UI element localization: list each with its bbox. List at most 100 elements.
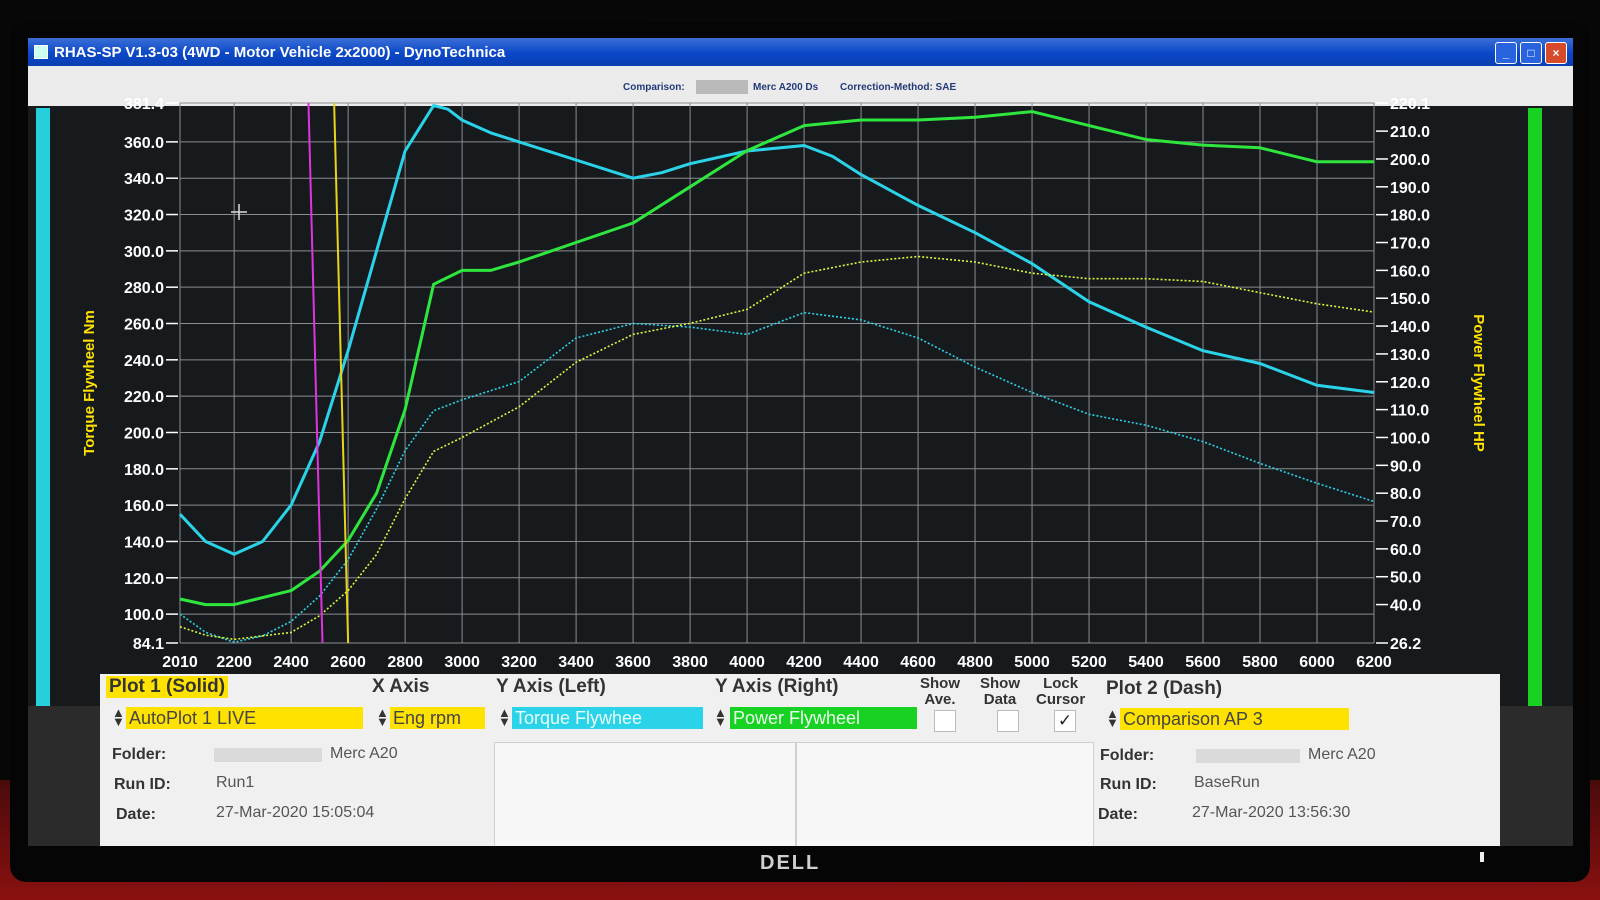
x-tick-label: 2600: [330, 654, 366, 671]
y-axis-left-header: Y Axis (Left): [496, 676, 606, 697]
x-tick-label: 4400: [843, 654, 879, 671]
y-axis-right-label: Power Flywheel HP: [1470, 314, 1487, 452]
x-tick-label: 3400: [558, 654, 594, 671]
plot2-torque-line: [179, 311, 1375, 644]
x-tick-label: 4200: [786, 654, 822, 671]
plot2-spin-icon[interactable]: ▲ ▼: [1106, 707, 1119, 729]
x-tick-label: 5400: [1128, 654, 1164, 671]
x-tick-label: 5200: [1071, 654, 1107, 671]
plot2-folder-value: Merc A20: [1308, 746, 1376, 763]
x-tick-label: 3000: [444, 654, 480, 671]
plot2-runid-label: Run ID:: [1100, 776, 1157, 793]
y-right-tick-label: 140.0: [1390, 319, 1430, 336]
y-right-tick-label: 180.0: [1390, 208, 1430, 225]
y-left-tick-label: 260.0: [124, 317, 164, 334]
x-tick-label: 5600: [1185, 654, 1221, 671]
lock-cursor-label: Lock Cursor: [1036, 675, 1086, 708]
x-tick-label: 4800: [957, 654, 993, 671]
y-left-tick-label: 120.0: [124, 571, 164, 588]
plot1-date-label: Date:: [116, 806, 157, 823]
y-right-tick-label: 150.0: [1390, 291, 1430, 308]
x-tick-label: 2010: [162, 654, 198, 671]
chart-grid: [179, 102, 1375, 644]
show-ave-label: Show Ave.: [920, 675, 960, 708]
x-axis-select[interactable]: Eng rpm: [390, 707, 485, 729]
plot1-folder-label: Folder:: [112, 746, 167, 763]
chart-series: [178, 104, 1375, 644]
plot2-select[interactable]: Comparison AP 3: [1120, 708, 1349, 730]
plot2-date-value: 27-Mar-2020 13:56:30: [1192, 804, 1351, 821]
y-right-tick-label: 60.0: [1390, 542, 1421, 559]
x-tick-label: 3200: [501, 654, 537, 671]
x-axis-header: X Axis: [372, 676, 430, 697]
x-tick-label: 3800: [672, 654, 708, 671]
plot2-date-label: Date:: [1098, 806, 1139, 823]
chart-ticks: 2010 2200 2400 2600 2800 3000 3200 3400 3600 3800…: [124, 96, 1430, 671]
y-right-tick-label: 70.0: [1390, 514, 1421, 531]
monitor-brand-logo: DELL: [760, 852, 821, 874]
x-tick-label: 3600: [615, 654, 651, 671]
y-right-tick-label: 50.0: [1390, 570, 1421, 587]
xaxis-spin-icon[interactable]: ▲ ▼: [376, 706, 389, 728]
y-right-tick-label: 200.0: [1390, 152, 1430, 169]
monitor-background: RHAS-SP V1.3-03 (4WD - Motor Vehicle 2x2…: [0, 0, 1600, 900]
y-right-tick-label: 160.0: [1390, 263, 1430, 280]
cursor-line: [333, 102, 350, 644]
x-tick-label: 5000: [1014, 654, 1050, 671]
y-axis-right-select[interactable]: Power Flywheel: [730, 707, 917, 729]
yright-spin-icon[interactable]: ▲ ▼: [714, 706, 727, 728]
y-left-tick-label: 381.4: [124, 96, 164, 113]
x-tick-label: 4600: [900, 654, 936, 671]
y-left-tick-label: 160.0: [124, 498, 164, 515]
y-left-tick-label: 140.0: [124, 534, 164, 551]
notes-box-left: [494, 742, 796, 846]
plot2-folder-label: Folder:: [1100, 747, 1155, 764]
x-tick-label: 6000: [1299, 654, 1335, 671]
plot1-header: Plot 1 (Solid): [106, 676, 229, 698]
y-right-tick-label: 80.0: [1390, 486, 1421, 503]
y-right-tick-label: 130.0: [1390, 347, 1430, 364]
lock-cursor-checkbox[interactable]: ✓: [1054, 710, 1076, 732]
y-left-tick-label: 84.1: [133, 636, 164, 653]
y-right-tick-label: 110.0: [1390, 403, 1429, 420]
y-right-tick-label: 26.2: [1390, 636, 1421, 653]
plot1-date-value: 27-Mar-2020 15:05:04: [216, 804, 375, 821]
cursor-line: [307, 102, 324, 644]
y-axis-right-header: Y Axis (Right): [715, 676, 839, 697]
plot1-select[interactable]: AutoPlot 1 LIVE: [126, 707, 363, 729]
plot1-runid-value: Run1: [216, 774, 255, 791]
x-tick-label: 5800: [1242, 654, 1278, 671]
y-left-tick-label: 300.0: [124, 244, 164, 261]
plot1-power-line: [179, 110, 1374, 607]
yleft-spin-icon[interactable]: ▲ ▼: [498, 706, 511, 728]
plot1-spin-icon[interactable]: ▲ ▼: [112, 706, 125, 728]
y-left-tick-label: 340.0: [124, 171, 164, 188]
show-ave-checkbox[interactable]: [934, 710, 956, 732]
y-right-tick-label: 120.0: [1390, 375, 1430, 392]
y-left-tick-label: 280.0: [124, 280, 164, 297]
y-right-tick-label: 40.0: [1390, 598, 1421, 615]
plot1-torque-line: [178, 104, 1375, 556]
notes-box-right: [796, 742, 1094, 846]
power-led: [1480, 852, 1484, 862]
y-left-tick-label: 100.0: [124, 607, 164, 624]
x-tick-label: 2400: [273, 654, 309, 671]
plot1-folder-value: Merc A20: [330, 745, 398, 762]
crosshair-icon: [231, 204, 247, 220]
y-left-tick-label: 320.0: [124, 208, 164, 225]
plot1-runid-label: Run ID:: [114, 776, 171, 793]
y-right-tick-label: 90.0: [1390, 458, 1421, 475]
y-axis-left-select[interactable]: Torque Flywhee: [512, 707, 703, 729]
show-data-label: Show Data: [980, 675, 1020, 708]
x-tick-label: 6200: [1356, 654, 1392, 671]
x-tick-label: 2800: [387, 654, 423, 671]
y-right-tick-label: 210.0: [1390, 124, 1430, 141]
show-data-checkbox[interactable]: [997, 710, 1019, 732]
dyno-chart[interactable]: 2010 2200 2400 2600 2800 3000 3200 3400 3600 3800…: [28, 38, 1573, 678]
plot2-folder-redacted: [1196, 749, 1300, 763]
x-tick-label: 2200: [216, 654, 252, 671]
y-right-tick-label: 190.0: [1390, 180, 1430, 197]
y-right-tick-label: 170.0: [1390, 236, 1430, 253]
y-right-tick-label: 220.1: [1390, 96, 1430, 113]
app-window: RHAS-SP V1.3-03 (4WD - Motor Vehicle 2x2…: [28, 38, 1573, 846]
